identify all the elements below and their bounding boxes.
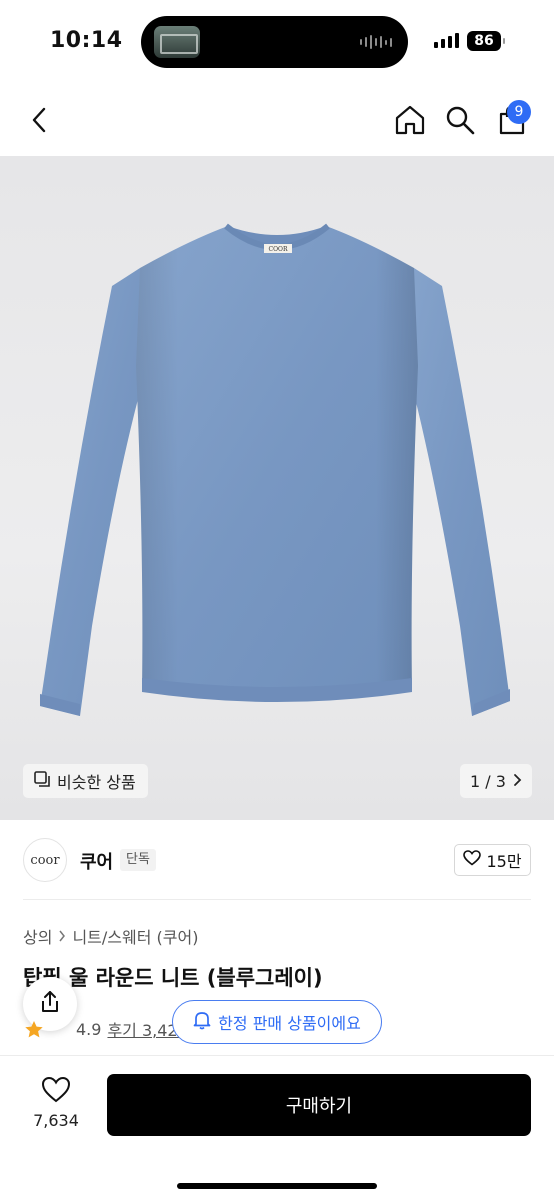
breadcrumb-subcategory[interactable]: 니트/스웨터 (쿠어) [72,924,198,948]
exclusive-badge: 단독 [120,849,156,871]
wishlist-count: 7,634 [33,1111,79,1130]
image-pager[interactable]: 1 / 3 [460,764,532,798]
similar-label: 비슷한 상품 [57,773,136,792]
limited-sale-label: 한정 판매 상품이에요 [218,1014,361,1033]
breadcrumb-category[interactable]: 상의 [23,924,52,948]
garment-label: COOR [269,246,288,253]
wishlist-button[interactable]: 7,634 [30,1076,82,1130]
back-icon[interactable] [22,102,58,138]
similar-icon [33,770,51,792]
signal-icon [434,32,459,48]
home-indicator [177,1183,377,1189]
product-image: COOR [40,223,510,716]
heart-icon [463,850,482,870]
chevron-right-icon [58,927,66,946]
brand-row: coor 쿠어 단독 15만 [0,820,554,900]
buy-button[interactable]: 구매하기 [107,1074,531,1136]
star-icon [24,1020,44,1043]
heart-icon [41,1076,71,1107]
breadcrumb: 상의 니트/스웨터 (쿠어) [23,924,198,948]
status-time: 10:14 [50,28,123,53]
product-image-gallery[interactable]: COOR 비슷한 상품 1 / 3 [0,156,554,820]
limited-sale-notice[interactable]: 한정 판매 상품이에요 [172,1000,382,1044]
top-nav [0,84,554,156]
home-icon[interactable] [392,102,428,138]
bottom-action-bar: 7,634 구매하기 [0,1055,554,1200]
divider [23,899,531,900]
search-icon[interactable] [442,102,478,138]
bell-icon [193,1010,211,1034]
media-thumbnail [154,26,200,58]
brand-like-button[interactable]: 15만 [454,844,531,876]
cart-count-badge: 9 [507,100,531,124]
brand-like-count: 15만 [486,852,522,871]
chevron-right-icon [512,772,522,791]
share-icon [39,990,61,1018]
battery-indicator: 86 [467,31,505,51]
dynamic-island[interactable] [141,16,408,68]
status-bar: 10:14 86 [0,0,554,84]
rating-value: 4.9 [76,1019,102,1039]
similar-products-button[interactable]: 비슷한 상품 [23,764,148,798]
pager-label: 1 / 3 [470,771,506,791]
audio-wave-icon [360,34,392,50]
brand-logo[interactable]: coor [23,838,67,882]
brand-name[interactable]: 쿠어 [80,848,113,874]
